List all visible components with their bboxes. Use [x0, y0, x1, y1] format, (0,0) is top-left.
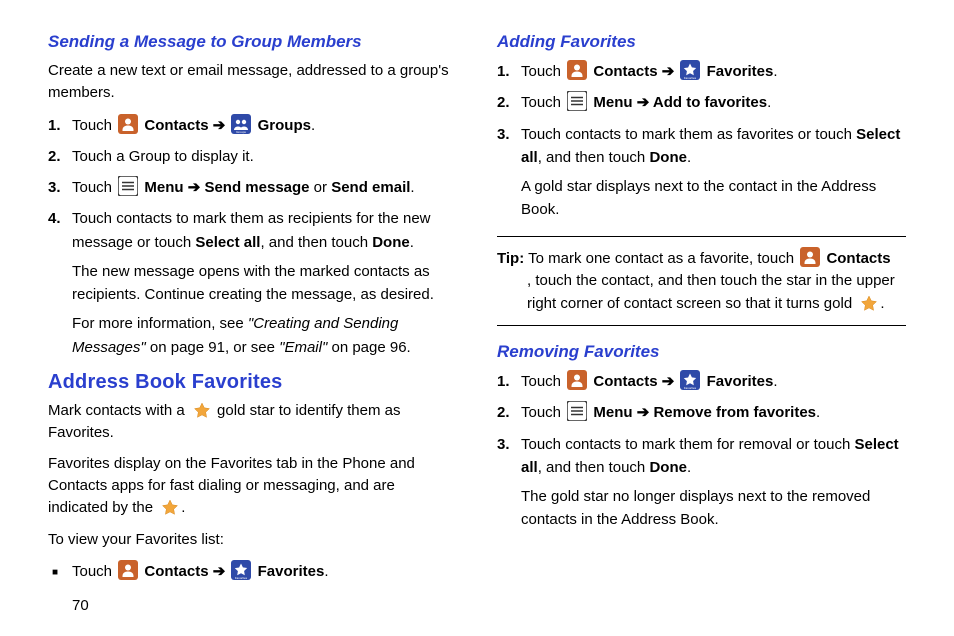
- rem-step-1: Touch Contacts ➔ Favorites.: [521, 370, 906, 393]
- contacts-icon: [567, 370, 587, 390]
- contacts-icon: [118, 114, 138, 134]
- groups-icon: [231, 114, 251, 134]
- menu-icon: [118, 176, 138, 196]
- contacts-icon: [800, 247, 820, 267]
- step-4-sub2: For more information, see "Creating and …: [72, 312, 457, 359]
- rem-step-3: Touch contacts to mark them for removal …: [521, 433, 906, 532]
- favorites-icon: [231, 560, 251, 580]
- star-icon: [191, 400, 211, 420]
- rem-step-3-sub: The gold star no longer displays next to…: [521, 485, 906, 532]
- favorites-icon: [680, 60, 700, 80]
- menu-icon: [567, 401, 587, 421]
- para-view-fav: To view your Favorites list:: [48, 529, 457, 551]
- contacts-icon: [567, 60, 587, 80]
- tip-box: Tip: To mark one contact as a favorite, …: [497, 236, 906, 327]
- star-icon: [858, 293, 878, 313]
- menu-icon: [567, 91, 587, 111]
- add-step-2: Touch Menu ➔ Add to favorites.: [521, 91, 906, 114]
- page-number: 70: [72, 597, 89, 614]
- contacts-icon: [118, 560, 138, 580]
- add-step-3-sub: A gold star displays next to the contact…: [521, 175, 906, 222]
- heading-removing-favorites: Removing Favorites: [497, 342, 906, 362]
- heading-adding-favorites: Adding Favorites: [497, 32, 906, 52]
- para-fav-display: Favorites display on the Favorites tab i…: [48, 453, 457, 518]
- heading-address-book-fav: Address Book Favorites: [48, 371, 457, 394]
- add-step-3: Touch contacts to mark them as favorites…: [521, 123, 906, 222]
- steps-sending: Touch Contacts ➔ Groups. Touch a Group t…: [48, 114, 457, 359]
- star-icon: [159, 497, 179, 517]
- step-3: Touch Menu ➔ Send message or Send email.: [72, 176, 457, 199]
- heading-sending-message: Sending a Message to Group Members: [48, 32, 457, 52]
- para-mark: Mark contacts with a gold star to identi…: [48, 400, 457, 444]
- bullet-view-fav: Touch Contacts ➔ Favorites.: [48, 560, 457, 583]
- steps-adding: Touch Contacts ➔ Favorites. Touch Menu ➔…: [497, 60, 906, 222]
- step-2: Touch a Group to display it.: [72, 145, 457, 168]
- steps-removing: Touch Contacts ➔ Favorites. Touch Menu ➔…: [497, 370, 906, 532]
- add-step-1: Touch Contacts ➔ Favorites.: [521, 60, 906, 83]
- step-1: Touch Contacts ➔ Groups.: [72, 114, 457, 137]
- para-intro: Create a new text or email message, addr…: [48, 60, 457, 104]
- rem-step-2: Touch Menu ➔ Remove from favorites.: [521, 401, 906, 424]
- step-4-sub1: The new message opens with the marked co…: [72, 260, 457, 307]
- favorites-icon: [680, 370, 700, 390]
- bullet-1: Touch Contacts ➔ Favorites.: [72, 560, 457, 583]
- step-4: Touch contacts to mark them as recipient…: [72, 207, 457, 359]
